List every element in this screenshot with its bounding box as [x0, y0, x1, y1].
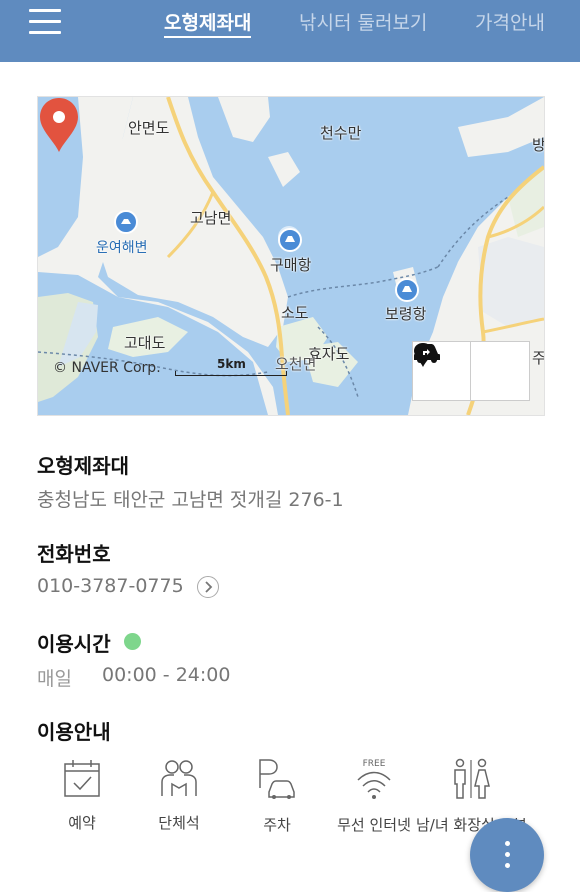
- map-label-gumaehang: 구매항: [270, 256, 312, 274]
- amenity-label: 단체석: [158, 814, 200, 832]
- group-seating-icon: [161, 760, 197, 796]
- chevron-right-icon[interactable]: [197, 576, 219, 598]
- tab-label: 가격안내: [475, 12, 545, 34]
- amenity-wifi: FREE 무선 인터넷: [319, 758, 429, 835]
- active-tab-indicator: [164, 36, 252, 38]
- amenity-group-seating: 단체석: [124, 758, 234, 833]
- calendar-check-icon: [64, 760, 100, 797]
- map-copyright: © NAVER Corp.: [53, 360, 161, 376]
- map-label-godaedo: 고대도: [124, 334, 166, 352]
- map-scale-label: 5km: [217, 357, 246, 371]
- more-vertical-icon[interactable]: [470, 818, 544, 892]
- amenity-label: 무선 인터넷: [337, 816, 411, 834]
- hours-time: 00:00 - 24:00: [102, 664, 231, 686]
- restroom-icon: [454, 758, 490, 799]
- amenity-label: 주차: [263, 816, 291, 834]
- open-status-dot: [124, 633, 141, 650]
- map-label-anmyeondo: 안면도: [128, 119, 170, 137]
- tab-label: 낚시터 둘러보기: [299, 12, 428, 34]
- wifi-free-badge: FREE: [363, 759, 386, 769]
- place-address: 충청남도 태안군 고남면 젓개길 276-1: [37, 489, 344, 511]
- hamburger-menu-icon[interactable]: [29, 9, 61, 35]
- amenity-parking: 주차: [222, 758, 332, 835]
- map-label-unyeohaebyeon: 운여해변: [96, 240, 148, 256]
- amenity-label: 예약: [68, 814, 96, 832]
- location-map[interactable]: 안면도 천수만 고남면 운여해변 구매항 소도 보령항 고대도 효자도 오천면 …: [37, 96, 545, 416]
- tab-price-info[interactable]: 가격안내: [475, 8, 545, 35]
- map-label-edge-top: 방: [532, 136, 545, 154]
- car-directions-icon: [414, 344, 440, 363]
- hours-title: 이용시간: [37, 632, 111, 656]
- car-directions-button[interactable]: [414, 342, 528, 400]
- map-label-cheonsuman: 천수만: [320, 124, 362, 142]
- map-scale-bar: [175, 371, 287, 376]
- map-label-edge-bottom: 주: [532, 349, 545, 367]
- top-navigation-bar: 오형제좌대 낚시터 둘러보기 가격안내: [0, 0, 580, 62]
- info-title: 이용안내: [37, 720, 111, 744]
- phone-title: 전화번호: [37, 542, 111, 566]
- tab-fishing-tour[interactable]: 낚시터 둘러보기: [299, 8, 427, 35]
- parking-icon: [259, 759, 295, 799]
- place-name: 오형제좌대: [37, 454, 129, 478]
- phone-number-link[interactable]: 010-3787-0775: [37, 575, 184, 597]
- hours-day: 매일: [37, 668, 72, 690]
- map-label-boryeonghang: 보령항: [385, 305, 427, 323]
- map-label-gonammyeon: 고남면: [190, 209, 232, 227]
- wifi-free-icon: FREE: [357, 759, 391, 799]
- tab-ohyeongje-jwadae[interactable]: 오형제좌대: [164, 8, 252, 38]
- amenity-reservation: 예약: [27, 758, 137, 833]
- map-controls: [412, 341, 530, 401]
- map-label-sodo: 소도: [281, 304, 309, 322]
- location-pin-icon[interactable]: [38, 97, 80, 153]
- tab-label: 오형제좌대: [164, 12, 252, 34]
